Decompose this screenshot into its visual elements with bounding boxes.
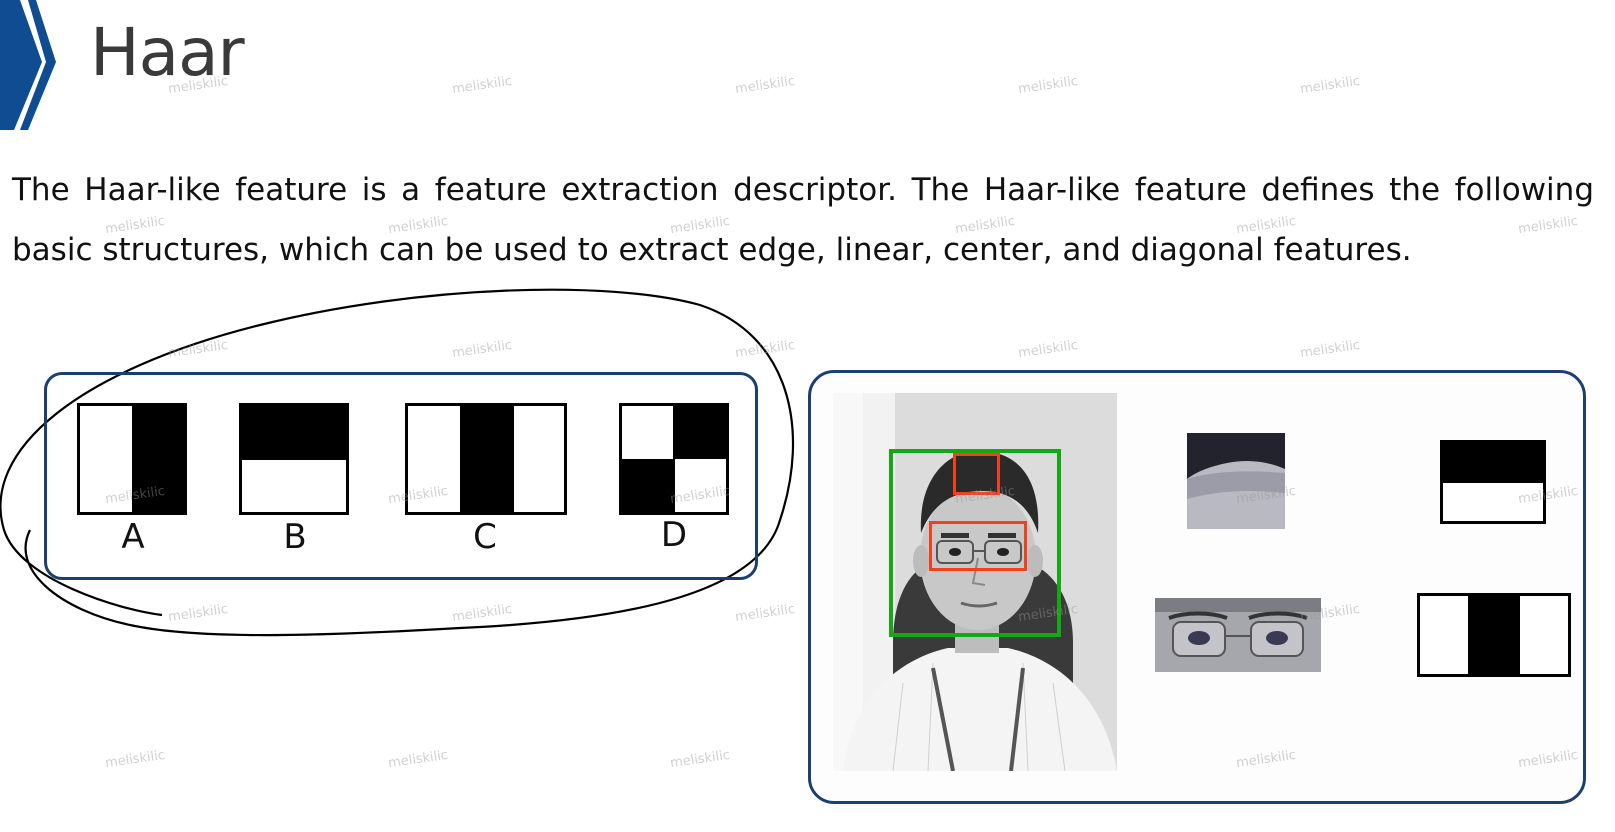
- feature-c-black-center: [460, 406, 514, 512]
- watermark-text: meliskilic: [104, 747, 166, 772]
- feature-b-edge-horizontal: [239, 403, 349, 515]
- line-feature-example: [1417, 593, 1571, 677]
- line-feature-black-center: [1468, 596, 1520, 674]
- edge-feature-example: [1440, 440, 1546, 524]
- forehead-crop-image: [1187, 433, 1285, 529]
- feature-c-label: C: [473, 517, 497, 557]
- feature-a-label: A: [121, 517, 145, 557]
- feature-d-black-top-right: [673, 406, 726, 459]
- eyes-crop-image: [1155, 598, 1321, 672]
- haar-example-panel: [808, 370, 1586, 804]
- watermark-text: meliskilic: [669, 747, 731, 772]
- slide-body-text: The Haar-like feature is a feature extra…: [12, 172, 1594, 268]
- eye-region-box: [929, 521, 1027, 571]
- feature-b-label: B: [283, 517, 307, 557]
- haar-feature-types-panel: A B C D: [44, 372, 758, 580]
- feature-d-label: D: [660, 515, 688, 555]
- feature-b-black-half: [242, 406, 346, 460]
- watermark-text: meliskilic: [1017, 73, 1079, 98]
- watermark-text: meliskilic: [1299, 73, 1361, 98]
- header-chevron-icon: [0, 0, 56, 130]
- slide: Haar The Haar-like feature is a feature …: [0, 0, 1615, 832]
- watermark-text: meliskilic: [1299, 337, 1361, 362]
- edge-feature-black-half: [1443, 443, 1543, 483]
- watermark-text: meliskilic: [734, 73, 796, 98]
- watermark-text: meliskilic: [451, 73, 513, 98]
- watermark-text: meliskilic: [1017, 337, 1079, 362]
- feature-d-black-bottom-left: [622, 459, 675, 512]
- watermark-text: meliskilic: [387, 747, 449, 772]
